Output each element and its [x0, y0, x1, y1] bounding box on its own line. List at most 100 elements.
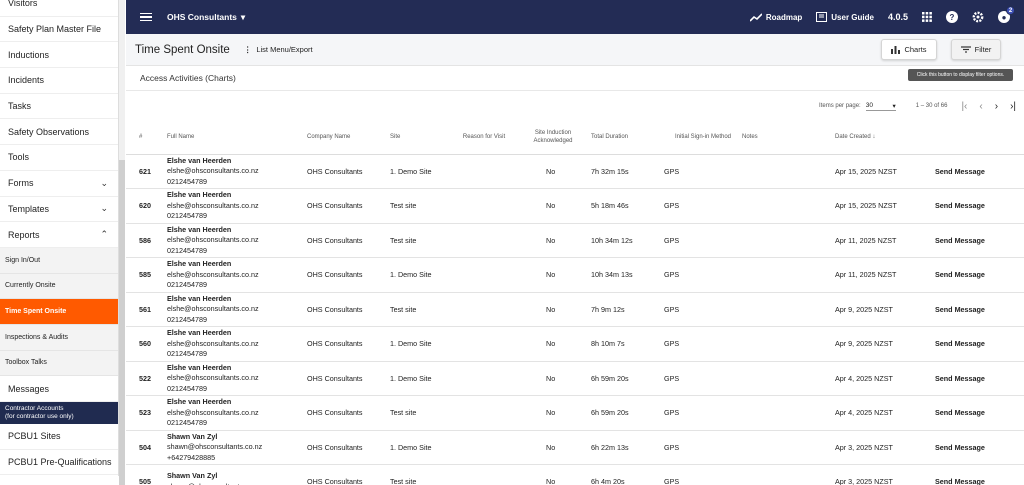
last-page-icon[interactable]: ›| [1010, 101, 1016, 112]
table-row[interactable]: 522 Elshe van Heerden elshe@ohsconsultants… [126, 361, 1024, 396]
items-per-page-select[interactable]: 30 ▾ [865, 102, 896, 111]
company-name: OHS Consultants [307, 395, 390, 431]
table-row[interactable]: 621 Elshe van Heerden elshe@ohsconsultants… [126, 154, 1024, 189]
sidebar-item-reports[interactable]: Reports ⌃ [0, 222, 118, 248]
column-header: Reason for Visit [453, 120, 515, 155]
account-button[interactable]: ● 2 [998, 6, 1015, 23]
sidebar-item-pcbu1-sites[interactable]: PCBU1 Sites [0, 424, 118, 450]
page-range: 1 – 30 of 66 [915, 103, 948, 109]
contractor-label: Contractor Accounts [5, 405, 64, 412]
date-created: Apr 15, 2025 NZST [835, 154, 935, 189]
send-message-button[interactable]: Send Message [935, 223, 1024, 258]
sidebar-item-pcbu1-pre-qualifications[interactable]: PCBU1 Pre-Qualifications [0, 450, 118, 476]
sidebar-scrollbar-thumb[interactable] [119, 160, 125, 485]
sidebar-item-inspections-audits[interactable]: Inspections & Audits [0, 324, 118, 351]
sidebar-item-incidents[interactable]: Incidents [0, 68, 118, 94]
first-page-icon[interactable]: |‹ [961, 101, 967, 112]
sidebar-item-tools[interactable]: Tools [0, 145, 118, 171]
next-page-icon[interactable]: › [995, 101, 998, 112]
sidebar-item-safety-plan-master-file[interactable]: Safety Plan Master File [0, 17, 118, 43]
send-message-button[interactable]: Send Message [935, 430, 1024, 465]
sidebar-item-time-spent-onsite[interactable]: Time Spent Onsite [0, 299, 118, 325]
sidebar-item-inductions[interactable]: Inductions [0, 42, 118, 69]
send-message-button[interactable]: Send Message [935, 361, 1024, 396]
sidebar-item-tasks[interactable]: Tasks [0, 94, 118, 120]
signin-method: GPS [664, 464, 742, 485]
column-header: Site [390, 120, 453, 155]
filter-button[interactable]: Filter [951, 39, 1001, 60]
charts-button[interactable]: Charts [881, 39, 937, 60]
company-name: OHS Consultants [307, 361, 390, 396]
app-root: Visitors Safety Plan Master File Induction… [0, 0, 1024, 485]
contractor-accounts-header: Contractor Accounts (for contractor use o… [0, 402, 118, 424]
table-row[interactable]: 523 Elshe van Heerden elshe@ohsconsultants… [126, 395, 1024, 431]
send-message-button[interactable]: Send Message [935, 292, 1024, 327]
company-name: OHS Consultants [307, 154, 390, 189]
table-row[interactable]: 504 Shawn Van Zyl shawn@ohsconsultants.co.… [126, 430, 1024, 465]
email: elshe@ohsconsultants.co.nz [167, 373, 259, 382]
table-row[interactable]: 560 Elshe van Heerden elshe@ohsconsultants… [126, 326, 1024, 362]
apps-grid-icon[interactable] [922, 12, 932, 22]
send-message-button[interactable]: Send Message [935, 395, 1024, 431]
phone: 0212454789 [167, 245, 207, 255]
sidebar-item-currently-onsite[interactable]: Currently Onsite [0, 273, 118, 300]
prev-page-icon[interactable]: ‹ [979, 101, 982, 112]
signin-method: GPS [664, 430, 742, 465]
notes [742, 223, 835, 258]
filter-tooltip: Click this button to display filter opti… [908, 69, 1013, 81]
send-message-button[interactable]: Send Message [935, 154, 1024, 189]
person-name: Elshe van Heerden [167, 155, 232, 165]
signin-method: GPS [664, 361, 742, 396]
sidebar-item-templates[interactable]: Templates ⌄ [0, 197, 118, 223]
sidebar-item-messages[interactable]: Messages [0, 376, 118, 402]
send-message-button[interactable]: Send Message [935, 257, 1024, 293]
sidebar: Visitors Safety Plan Master File Induction… [0, 0, 119, 476]
table-row[interactable]: 585 Elshe van Heerden elshe@ohsconsultants… [126, 257, 1024, 293]
table-row[interactable]: 561 Elshe van Heerden elshe@ohsconsultants… [126, 292, 1024, 327]
sidebar-item-label: Safety Plan Master File [8, 24, 102, 35]
person-name: Elshe van Heerden [167, 397, 232, 406]
sidebar-item-forms[interactable]: Forms ⌄ [0, 171, 118, 197]
email: shawn@ohsconsultants.co.nz [167, 442, 263, 451]
site-name: 1. Demo Site [390, 326, 453, 362]
reason-for-visit [453, 395, 515, 431]
table-row[interactable]: 620 Elshe van Heerden elshe@ohsconsultants… [126, 188, 1024, 224]
org-selector[interactable]: OHS Consultants ▾ [167, 12, 245, 23]
induction-acknowledged: No [515, 292, 591, 327]
table-row[interactable]: 505Shawn Van Zylshawn@ohsconsultants.co.… [126, 464, 1024, 485]
column-header: Full Name [167, 120, 307, 155]
send-message-button[interactable]: Send Message [935, 464, 1024, 485]
column-header[interactable]: Date Created ↓ [835, 120, 935, 155]
gear-icon[interactable] [972, 11, 984, 23]
site-name: Test site [390, 223, 453, 258]
send-message-button[interactable]: Send Message [935, 326, 1024, 362]
row-number: 504 [126, 430, 167, 465]
list-menu-export-button[interactable]: ⋮ List Menu/Export [244, 45, 313, 54]
full-name-cell: Shawn Van Zylshawn@ohsconsultants.co.nz [167, 464, 307, 485]
trend-icon [749, 12, 762, 22]
sidebar-item-visitors[interactable]: Visitors [0, 0, 118, 17]
user-guide-link[interactable]: User Guide [816, 12, 874, 22]
induction-acknowledged: No [515, 188, 591, 224]
version-label: 4.0.5 [887, 12, 908, 22]
table-row[interactable]: 586 Elshe van Heerden elshe@ohsconsultants… [126, 223, 1024, 258]
site-name: 1. Demo Site [390, 154, 453, 189]
sidebar-item-label: Currently Onsite [5, 282, 56, 290]
roadmap-link[interactable]: Roadmap [749, 12, 802, 22]
menu-icon[interactable] [140, 12, 152, 22]
phone: 0212454789 [167, 211, 207, 220]
total-duration: 6h 22m 13s [591, 430, 664, 465]
row-number: 586 [126, 223, 167, 258]
paginator: Items per page: 30 ▾ 1 – 30 of 66 |‹ ‹ ›… [819, 98, 1024, 114]
send-message-button[interactable]: Send Message [935, 188, 1024, 224]
email: elshe@ohsconsultants.co.nz [167, 235, 259, 244]
sidebar-item-sign-in-out[interactable]: Sign In/Out [0, 247, 118, 274]
contact-block: Elshe van Heerden elshe@ohsconsultants.co… [167, 328, 307, 360]
sidebar-item-toolbox-talks[interactable]: Toolbox Talks [0, 350, 118, 377]
phone: 0212454789 [167, 383, 207, 393]
person-name: Elshe van Heerden [167, 362, 232, 372]
help-icon[interactable]: ? [946, 11, 958, 23]
sidebar-item-safety-observations[interactable]: Safety Observations [0, 119, 118, 146]
notes [742, 292, 835, 327]
contact-block: Elshe van Heerden elshe@ohsconsultants.co… [167, 397, 307, 429]
